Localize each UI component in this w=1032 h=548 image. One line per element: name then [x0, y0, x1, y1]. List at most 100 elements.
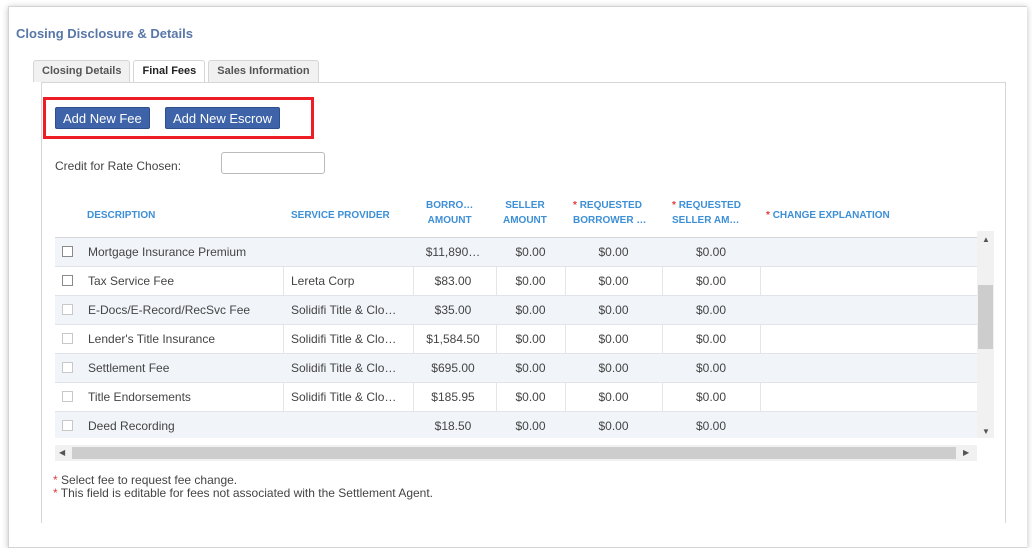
- add-new-escrow-button[interactable]: Add New Escrow: [165, 107, 280, 129]
- table-row[interactable]: Deed Recording $18.50 $0.00 $0.00 $0.00: [55, 412, 977, 438]
- header-requested-borrower[interactable]: * REQUESTED BORROWER …: [573, 198, 646, 228]
- row-checkbox[interactable]: [62, 275, 73, 286]
- table-row[interactable]: E-Docs/E-Record/RecSvc Fee Solidifi Titl…: [55, 296, 977, 325]
- required-mark: *: [573, 200, 577, 211]
- cell-requested-seller[interactable]: $0.00: [662, 383, 760, 411]
- cell-borrower-amount: $83.00: [434, 274, 472, 288]
- table-row[interactable]: Title Endorsements Solidifi Title & Clo……: [55, 383, 977, 412]
- header-requested-borrower-line1: REQUESTED: [579, 200, 642, 211]
- cell-provider: Solidifi Title & Clo…: [291, 303, 397, 317]
- required-mark: *: [672, 200, 676, 211]
- row-checkbox[interactable]: [62, 246, 73, 257]
- header-service-provider[interactable]: SERVICE PROVIDER: [291, 208, 390, 223]
- cell-borrower-amount: $18.50: [434, 419, 472, 433]
- cell-description: Mortgage Insurance Premium: [88, 245, 247, 259]
- header-change-explanation[interactable]: * CHANGE EXPLANATION: [766, 208, 890, 223]
- scroll-right-icon[interactable]: ▶: [963, 448, 969, 457]
- footnote-select-fee: * Select fee to request fee change.: [53, 473, 237, 487]
- header-borrower-amount-line1: BORRO…: [426, 200, 474, 211]
- cell-borrower-amount: $695.00: [431, 361, 475, 375]
- scroll-down-icon[interactable]: ▼: [982, 427, 990, 436]
- cell-change-explanation[interactable]: [765, 354, 970, 382]
- cell-change-explanation[interactable]: [765, 296, 970, 324]
- footnote-text: Select fee to request fee change.: [61, 473, 238, 487]
- header-requested-borrower-line2: BORROWER …: [573, 215, 647, 226]
- vertical-scroll-thumb[interactable]: [978, 285, 993, 349]
- add-new-fee-button[interactable]: Add New Fee: [55, 107, 150, 129]
- header-requested-seller[interactable]: * REQUESTED SELLER AM…: [672, 198, 741, 228]
- required-mark: *: [53, 473, 58, 487]
- table-row[interactable]: Settlement Fee Solidifi Title & Clo… $69…: [55, 354, 977, 383]
- cell-provider: Lereta Corp: [291, 274, 355, 288]
- cell-requested-borrower[interactable]: $0.00: [565, 383, 662, 411]
- panel-title: Closing Disclosure & Details: [16, 26, 193, 41]
- row-checkbox: [62, 391, 73, 402]
- credit-for-rate-label: Credit for Rate Chosen:: [55, 159, 182, 173]
- cell-requested-borrower[interactable]: $0.00: [565, 412, 662, 438]
- footnote-text: This field is editable for fees not asso…: [60, 486, 434, 500]
- cell-change-explanation[interactable]: [765, 383, 970, 411]
- header-borrower-amount-line2: AMOUNT: [427, 215, 472, 226]
- tab-bar: Closing Details Final Fees Sales Informa…: [33, 60, 322, 83]
- header-requested-seller-line2: SELLER AM…: [672, 215, 740, 226]
- row-checkbox: [62, 420, 73, 431]
- cell-requested-borrower[interactable]: $0.00: [565, 296, 662, 324]
- header-borrower-amount[interactable]: BORRO… AMOUNT: [426, 198, 473, 228]
- cell-provider: [291, 238, 409, 266]
- cell-seller-amount: $0.00: [515, 390, 546, 404]
- header-change-explanation-label: CHANGE EXPLANATION: [772, 210, 890, 221]
- header-seller-amount-line2: AMOUNT: [503, 215, 547, 226]
- cell-seller-amount: $0.00: [515, 361, 546, 375]
- cell-seller-amount: $0.00: [515, 245, 546, 259]
- cell-borrower-amount: $1,584.50: [426, 332, 480, 346]
- row-checkbox: [62, 362, 73, 373]
- horizontal-scroll-thumb[interactable]: [72, 447, 956, 459]
- cell-borrower-amount: $11,890…: [425, 245, 481, 259]
- cell-requested-borrower[interactable]: $0.00: [565, 325, 662, 353]
- fees-table: Mortgage Insurance Premium $11,890… $0.0…: [55, 237, 977, 438]
- scroll-left-icon[interactable]: ◀: [59, 448, 65, 457]
- required-mark: *: [766, 210, 770, 221]
- cell-requested-borrower[interactable]: $0.00: [565, 267, 662, 295]
- cell-change-explanation[interactable]: [765, 325, 970, 353]
- cell-seller-amount: $0.00: [515, 274, 546, 288]
- row-checkbox: [62, 304, 73, 315]
- cell-seller-amount: $0.00: [515, 419, 546, 433]
- cell-description: Tax Service Fee: [88, 274, 175, 288]
- table-row[interactable]: Mortgage Insurance Premium $11,890… $0.0…: [55, 238, 977, 267]
- cell-change-explanation[interactable]: [765, 412, 970, 438]
- required-mark: *: [53, 486, 58, 500]
- cell-provider: [291, 412, 409, 438]
- header-requested-seller-line1: REQUESTED: [678, 200, 741, 211]
- cell-borrower-amount: $35.00: [434, 303, 472, 317]
- header-description[interactable]: DESCRIPTION: [87, 208, 155, 223]
- table-row[interactable]: Lender's Title Insurance Solidifi Title …: [55, 325, 977, 354]
- header-seller-amount-line1: SELLER: [505, 200, 545, 211]
- tab-closing-details[interactable]: Closing Details: [33, 60, 131, 82]
- cell-change-explanation[interactable]: [765, 267, 970, 295]
- cell-requested-borrower[interactable]: $0.00: [565, 354, 662, 382]
- cell-requested-borrower[interactable]: $0.00: [565, 238, 662, 266]
- cell-seller-amount: $0.00: [515, 303, 546, 317]
- cell-requested-seller[interactable]: $0.00: [662, 296, 760, 324]
- credit-for-rate-input[interactable]: [221, 152, 325, 174]
- table-row[interactable]: Tax Service Fee Lereta Corp $83.00 $0.00…: [55, 267, 977, 296]
- cell-requested-seller[interactable]: $0.00: [662, 412, 760, 438]
- cell-description: Settlement Fee: [88, 361, 170, 375]
- cell-requested-seller[interactable]: $0.00: [662, 354, 760, 382]
- footnote-editable-field: * This field is editable for fees not as…: [53, 486, 433, 500]
- header-seller-amount[interactable]: SELLER AMOUNT: [503, 198, 547, 228]
- cell-description: Deed Recording: [88, 419, 175, 433]
- cell-provider: Solidifi Title & Clo…: [291, 390, 397, 404]
- cell-requested-seller[interactable]: $0.00: [662, 238, 760, 266]
- cell-change-explanation[interactable]: [765, 238, 970, 266]
- tab-sales-information[interactable]: Sales Information: [208, 60, 319, 82]
- cell-provider: Solidifi Title & Clo…: [291, 361, 397, 375]
- scroll-up-icon[interactable]: ▲: [982, 235, 990, 244]
- tab-final-fees[interactable]: Final Fees: [133, 60, 206, 83]
- cell-description: E-Docs/E-Record/RecSvc Fee: [88, 303, 251, 317]
- cell-requested-seller[interactable]: $0.00: [662, 325, 760, 353]
- cell-seller-amount: $0.00: [515, 332, 546, 346]
- cell-requested-seller[interactable]: $0.00: [662, 267, 760, 295]
- cell-borrower-amount: $185.95: [431, 390, 475, 404]
